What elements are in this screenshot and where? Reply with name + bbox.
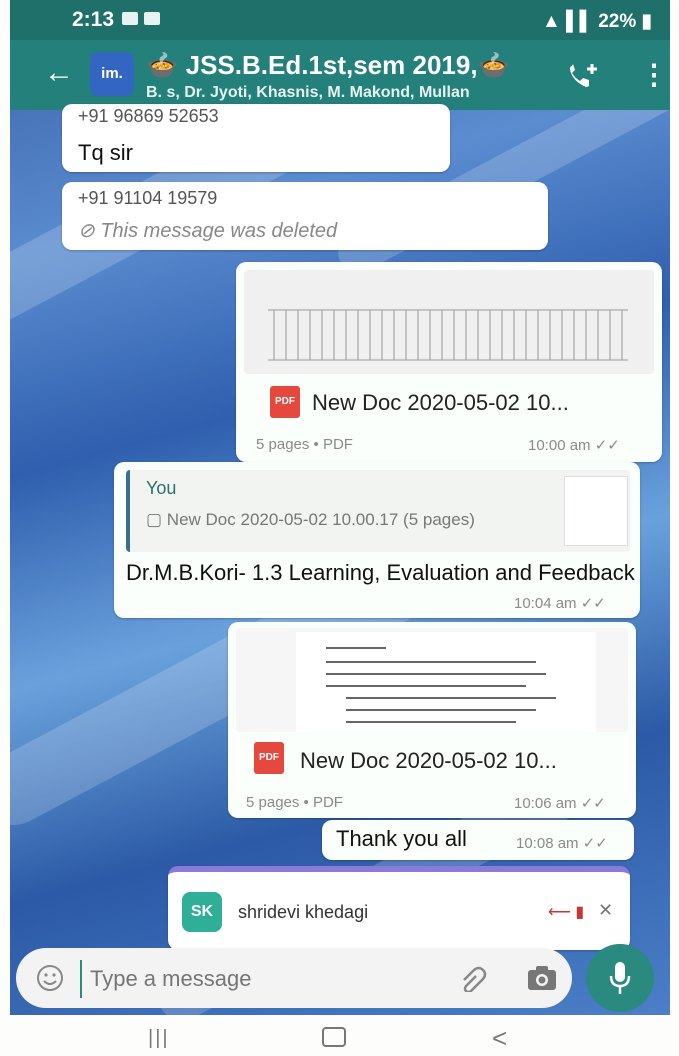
group-avatar[interactable]: im. [90, 52, 134, 96]
notification-icon [122, 12, 138, 25]
add-call-icon[interactable] [566, 62, 600, 92]
attach-icon[interactable] [458, 964, 488, 992]
message-time: 10:06 am ✓✓ [514, 795, 606, 812]
quote-text: ▢ New Doc 2020-05-02 10.00.17 (5 pages) [146, 510, 475, 529]
document-info: 5 pages • PDF [256, 436, 353, 453]
contact-call-icon[interactable]: ⟵ ▮ [548, 902, 584, 922]
home-icon[interactable] [322, 1027, 346, 1047]
voice-message-button[interactable] [586, 944, 654, 1012]
message-bubble[interactable]: +91 96869 52653 Tq sir [62, 104, 450, 172]
message-time: 10:00 am ✓✓ [528, 437, 620, 454]
message-input[interactable] [80, 960, 432, 998]
contact-name: shridevi khedagi [238, 902, 369, 922]
nav-back-icon[interactable]: < [492, 1023, 507, 1054]
message-text: Dr.M.B.Kori- 1.3 Learning, Evaluation an… [126, 560, 635, 585]
notification-icons [122, 12, 160, 25]
group-title[interactable]: 🍲 JSS.B.Ed.1st,sem 2019,🍲 [146, 50, 510, 81]
page-thumbnail [296, 632, 596, 732]
message-bubble[interactable]: Thank you all 10:08 am ✓✓ [322, 820, 634, 860]
close-icon[interactable]: ✕ [598, 900, 613, 921]
page-thumbnail [268, 309, 628, 361]
document-message[interactable]: PDF New Doc 2020-05-02 10... 5 pages • P… [236, 262, 662, 462]
message-time: 10:04 am ✓✓ [514, 595, 606, 612]
message-text: Thank you all [336, 826, 467, 851]
document-preview[interactable] [236, 628, 628, 732]
document-info: 5 pages • PDF [246, 794, 343, 811]
group-members: B. s, Dr. Jyoti, Khasnis, M. Makond, Mul… [146, 84, 470, 101]
document-preview[interactable] [244, 270, 654, 374]
camera-icon[interactable] [526, 964, 558, 992]
microphone-icon [609, 962, 631, 994]
message-input-bar[interactable] [16, 948, 572, 1008]
chat-header[interactable]: ← im. 🍲 JSS.B.Ed.1st,sem 2019,🍲 B. s, Dr… [10, 40, 670, 110]
message-text: Tq sir [78, 140, 133, 165]
battery-percent: ▲ ▌▌ 22% ▮ [541, 11, 652, 32]
quote-thumbnail [564, 476, 628, 546]
message-time: 10:08 am ✓✓ [516, 835, 608, 852]
contact-initials: SK [182, 892, 222, 932]
recent-apps-icon[interactable]: ||| [148, 1027, 170, 1050]
document-name: New Doc 2020-05-02 10... [312, 390, 569, 415]
message-bubble[interactable]: +91 91104 19579 ⊘ This message was delet… [62, 182, 548, 250]
message-sender: +91 91104 19579 [78, 188, 218, 208]
pdf-icon: PDF [254, 742, 284, 774]
emoji-icon[interactable] [36, 964, 64, 992]
image-notification-icon [144, 12, 160, 25]
pdf-icon: PDF [270, 386, 300, 418]
reply-message[interactable]: You ▢ New Doc 2020-05-02 10.00.17 (5 pag… [114, 462, 640, 618]
document-name: New Doc 2020-05-02 10... [300, 748, 557, 773]
quoted-message[interactable]: You ▢ New Doc 2020-05-02 10.00.17 (5 pag… [126, 470, 630, 552]
status-bar: 2:13 ▲ ▌▌ 22% ▮ [10, 0, 670, 40]
document-message[interactable]: PDF New Doc 2020-05-02 10... 5 pages • P… [228, 622, 636, 818]
status-time: 2:13 [72, 8, 115, 31]
quote-author: You [146, 478, 177, 498]
message-sender: +91 96869 52653 [78, 106, 219, 126]
chat-screen: 2:13 ▲ ▌▌ 22% ▮ ← im. 🍲 JSS.B.Ed.1st,sem… [10, 0, 670, 1015]
deleted-message: ⊘ This message was deleted [78, 220, 338, 242]
more-options-icon[interactable]: ⋮ [640, 58, 668, 91]
back-arrow-icon[interactable]: ← [44, 56, 74, 90]
contact-card[interactable]: SK shridevi khedagi ⟵ ▮ ✕ [168, 866, 630, 950]
system-nav-bar: ||| < [0, 1015, 679, 1056]
